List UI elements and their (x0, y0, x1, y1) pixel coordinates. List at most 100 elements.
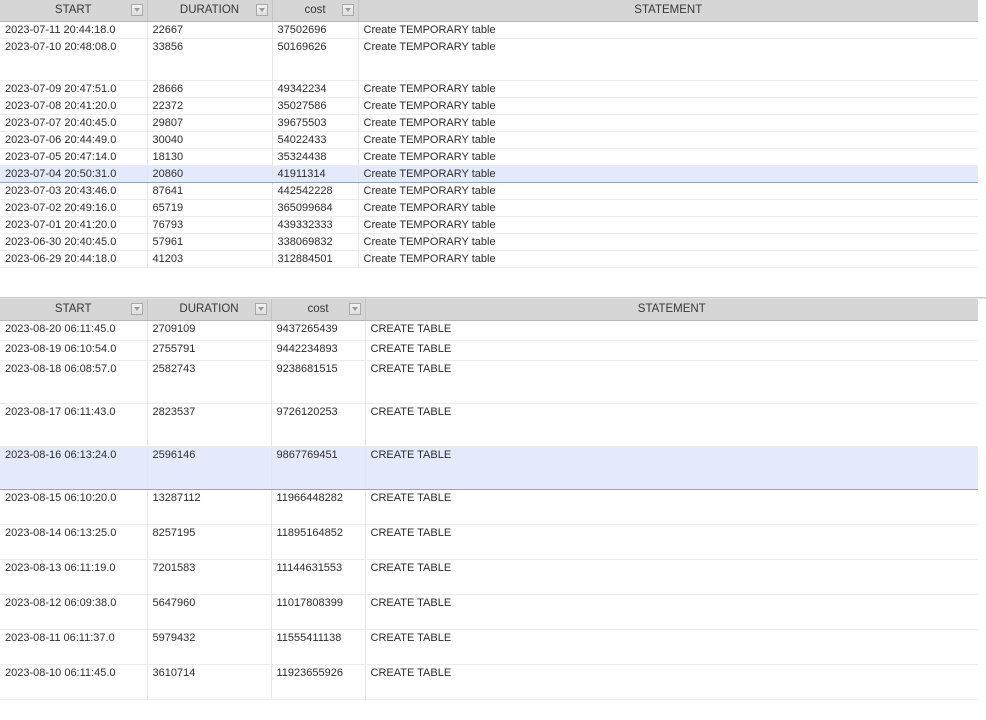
cell-cost[interactable]: 11144631553 (271, 559, 366, 595)
cell-statement[interactable]: Create TEMPORARY table (358, 182, 978, 200)
cell-cost[interactable]: 50169626 (272, 38, 359, 81)
cell-start[interactable]: 2023-07-01 20:41:20.0 (0, 216, 148, 234)
column-header-duration[interactable]: DURATION (147, 0, 273, 22)
cell-cost[interactable]: 49342234 (272, 80, 359, 98)
cell-duration[interactable]: 2755791 (147, 340, 272, 361)
table-row[interactable]: 2023-07-09 20:47:51.0 28666 49342234 Create… (0, 80, 978, 98)
cell-cost[interactable]: 338069832 (272, 233, 359, 251)
cell-duration[interactable]: 22372 (147, 97, 273, 115)
cell-start[interactable]: 2023-08-11 06:11:37.0 (0, 629, 148, 665)
cell-statement[interactable]: Create TEMPORARY table (358, 21, 978, 39)
cell-duration[interactable]: 30040 (147, 131, 273, 149)
cell-start[interactable]: 2023-08-13 06:11:19.0 (0, 559, 148, 595)
table-row[interactable]: 2023-08-11 06:11:37.0 5979432 11555411138 C… (0, 629, 978, 665)
cell-statement[interactable]: CREATE TABLE (365, 559, 978, 595)
cell-start[interactable]: 2023-08-19 06:10:54.0 (0, 340, 148, 361)
cell-start[interactable]: 2023-07-05 20:47:14.0 (0, 148, 148, 166)
cell-duration[interactable]: 2596146 (147, 445, 272, 490)
cell-statement[interactable]: CREATE TABLE (365, 629, 978, 665)
cell-statement[interactable]: Create TEMPORARY table (358, 131, 978, 149)
cell-statement[interactable]: CREATE TABLE (365, 445, 978, 490)
cell-statement[interactable]: Create TEMPORARY table (358, 250, 978, 268)
cell-start[interactable]: 2023-08-20 06:11:45.0 (0, 320, 148, 341)
cell-cost[interactable]: 442542228 (272, 182, 359, 200)
filter-dropdown-icon[interactable] (130, 4, 143, 17)
table-row[interactable]: 2023-08-15 06:10:20.0 13287112 11966448282… (0, 489, 978, 525)
cell-duration[interactable]: 7201583 (147, 559, 272, 595)
cell-duration[interactable]: 3610714 (147, 664, 272, 700)
table-row[interactable]: 2023-07-08 20:41:20.0 22372 35027586 Create… (0, 97, 978, 115)
table-row[interactable]: 2023-07-02 20:49:16.0 65719 365099684 Creat… (0, 199, 978, 217)
cell-duration[interactable]: 28666 (147, 80, 273, 98)
cell-cost[interactable]: 35027586 (272, 97, 359, 115)
results-grid-temporary-table[interactable]: START DURATION cost STATEMENT 2023-07-11… (0, 0, 986, 297)
cell-cost[interactable]: 37502696 (272, 21, 359, 39)
cell-statement[interactable]: Create TEMPORARY table (358, 38, 978, 81)
table-row[interactable]: 2023-07-06 20:44:49.0 30040 54022433 Create… (0, 131, 978, 149)
column-header-start[interactable]: START (0, 299, 148, 321)
table-row[interactable]: 2023-06-30 20:40:45.0 57961 338069832 Creat… (0, 233, 978, 251)
cell-cost[interactable]: 35324438 (272, 148, 359, 166)
cell-statement[interactable]: Create TEMPORARY table (358, 80, 978, 98)
cell-start[interactable]: 2023-08-12 06:09:38.0 (0, 594, 148, 630)
table-row[interactable]: 2023-07-04 20:50:31.0 20860 41911314 Create… (0, 164, 978, 183)
cell-start[interactable]: 2023-07-06 20:44:49.0 (0, 131, 148, 149)
column-header-statement[interactable]: STATEMENT (358, 0, 978, 22)
cell-cost[interactable]: 9726120253 (271, 403, 366, 447)
cell-statement[interactable]: Create TEMPORARY table (358, 216, 978, 234)
cell-cost[interactable]: 11555411138 (271, 629, 366, 665)
filter-dropdown-icon[interactable] (130, 303, 143, 316)
cell-start[interactable]: 2023-07-08 20:41:20.0 (0, 97, 148, 115)
cell-start[interactable]: 2023-07-03 20:43:46.0 (0, 182, 148, 200)
cell-duration[interactable]: 8257195 (147, 524, 272, 560)
filter-dropdown-icon[interactable] (341, 4, 354, 17)
table-row[interactable]: 2023-08-20 06:11:45.0 2709109 9437265439 CR… (0, 320, 978, 341)
cell-start[interactable]: 2023-08-16 06:13:24.0 (0, 445, 148, 490)
cell-statement[interactable]: CREATE TABLE (365, 360, 978, 404)
table-row[interactable]: 2023-07-01 20:41:20.0 76793 439332333 Creat… (0, 216, 978, 234)
cell-duration[interactable]: 5979432 (147, 629, 272, 665)
column-header-duration[interactable]: DURATION (147, 299, 272, 321)
cell-start[interactable]: 2023-08-18 06:08:57.0 (0, 360, 148, 404)
cell-start[interactable]: 2023-06-29 20:44:18.0 (0, 250, 148, 268)
cell-start[interactable]: 2023-07-07 20:40:45.0 (0, 114, 148, 132)
cell-cost[interactable]: 54022433 (272, 131, 359, 149)
cell-duration[interactable]: 2823537 (147, 403, 272, 447)
table-row[interactable]: 2023-07-11 20:44:18.0 22667 37502696 Create… (0, 21, 978, 39)
cell-cost[interactable]: 11923655926 (271, 664, 366, 700)
cell-statement[interactable]: CREATE TABLE (365, 489, 978, 525)
cell-statement[interactable]: CREATE TABLE (365, 403, 978, 447)
cell-duration[interactable]: 18130 (147, 148, 273, 166)
cell-statement[interactable]: Create TEMPORARY table (358, 148, 978, 166)
table-row[interactable]: 2023-08-14 06:13:25.0 8257195 11895164852 C… (0, 524, 978, 560)
cell-statement[interactable]: CREATE TABLE (365, 524, 978, 560)
cell-statement[interactable]: Create TEMPORARY table (358, 97, 978, 115)
cell-cost[interactable]: 439332333 (272, 216, 359, 234)
cell-cost[interactable]: 365099684 (272, 199, 359, 217)
cell-statement[interactable]: CREATE TABLE (365, 320, 978, 341)
table-row[interactable]: 2023-07-05 20:47:14.0 18130 35324438 Create… (0, 148, 978, 166)
table-row[interactable]: 2023-07-10 20:48:08.0 33856 50169626 Create… (0, 38, 978, 81)
cell-start[interactable]: 2023-06-30 20:40:45.0 (0, 233, 148, 251)
table-row[interactable]: 2023-07-07 20:40:45.0 29807 39675503 Create… (0, 114, 978, 132)
cell-cost[interactable]: 9437265439 (271, 320, 366, 341)
cell-duration[interactable]: 57961 (147, 233, 273, 251)
cell-statement[interactable]: CREATE TABLE (365, 664, 978, 700)
cell-cost[interactable]: 9238681515 (271, 360, 366, 404)
cell-start[interactable]: 2023-07-04 20:50:31.0 (0, 164, 148, 183)
cell-start[interactable]: 2023-07-11 20:44:18.0 (0, 21, 148, 39)
cell-duration[interactable]: 2709109 (147, 320, 272, 341)
cell-duration[interactable]: 2582743 (147, 360, 272, 404)
table-row[interactable]: 2023-08-18 06:08:57.0 2582743 9238681515 CR… (0, 360, 978, 404)
column-header-start[interactable]: START (0, 0, 148, 22)
cell-statement[interactable]: Create TEMPORARY table (358, 114, 978, 132)
column-header-cost[interactable]: cost (271, 299, 366, 321)
cell-duration[interactable]: 65719 (147, 199, 273, 217)
table-row[interactable]: 2023-08-12 06:09:38.0 5647960 11017808399 C… (0, 594, 978, 630)
table-row[interactable]: 2023-06-29 20:44:18.0 41203 312884501 Creat… (0, 250, 978, 268)
cell-start[interactable]: 2023-08-15 06:10:20.0 (0, 489, 148, 525)
filter-dropdown-icon[interactable] (255, 4, 268, 17)
cell-duration[interactable]: 33856 (147, 38, 273, 81)
cell-statement[interactable]: CREATE TABLE (365, 340, 978, 361)
cell-duration[interactable]: 13287112 (147, 489, 272, 525)
